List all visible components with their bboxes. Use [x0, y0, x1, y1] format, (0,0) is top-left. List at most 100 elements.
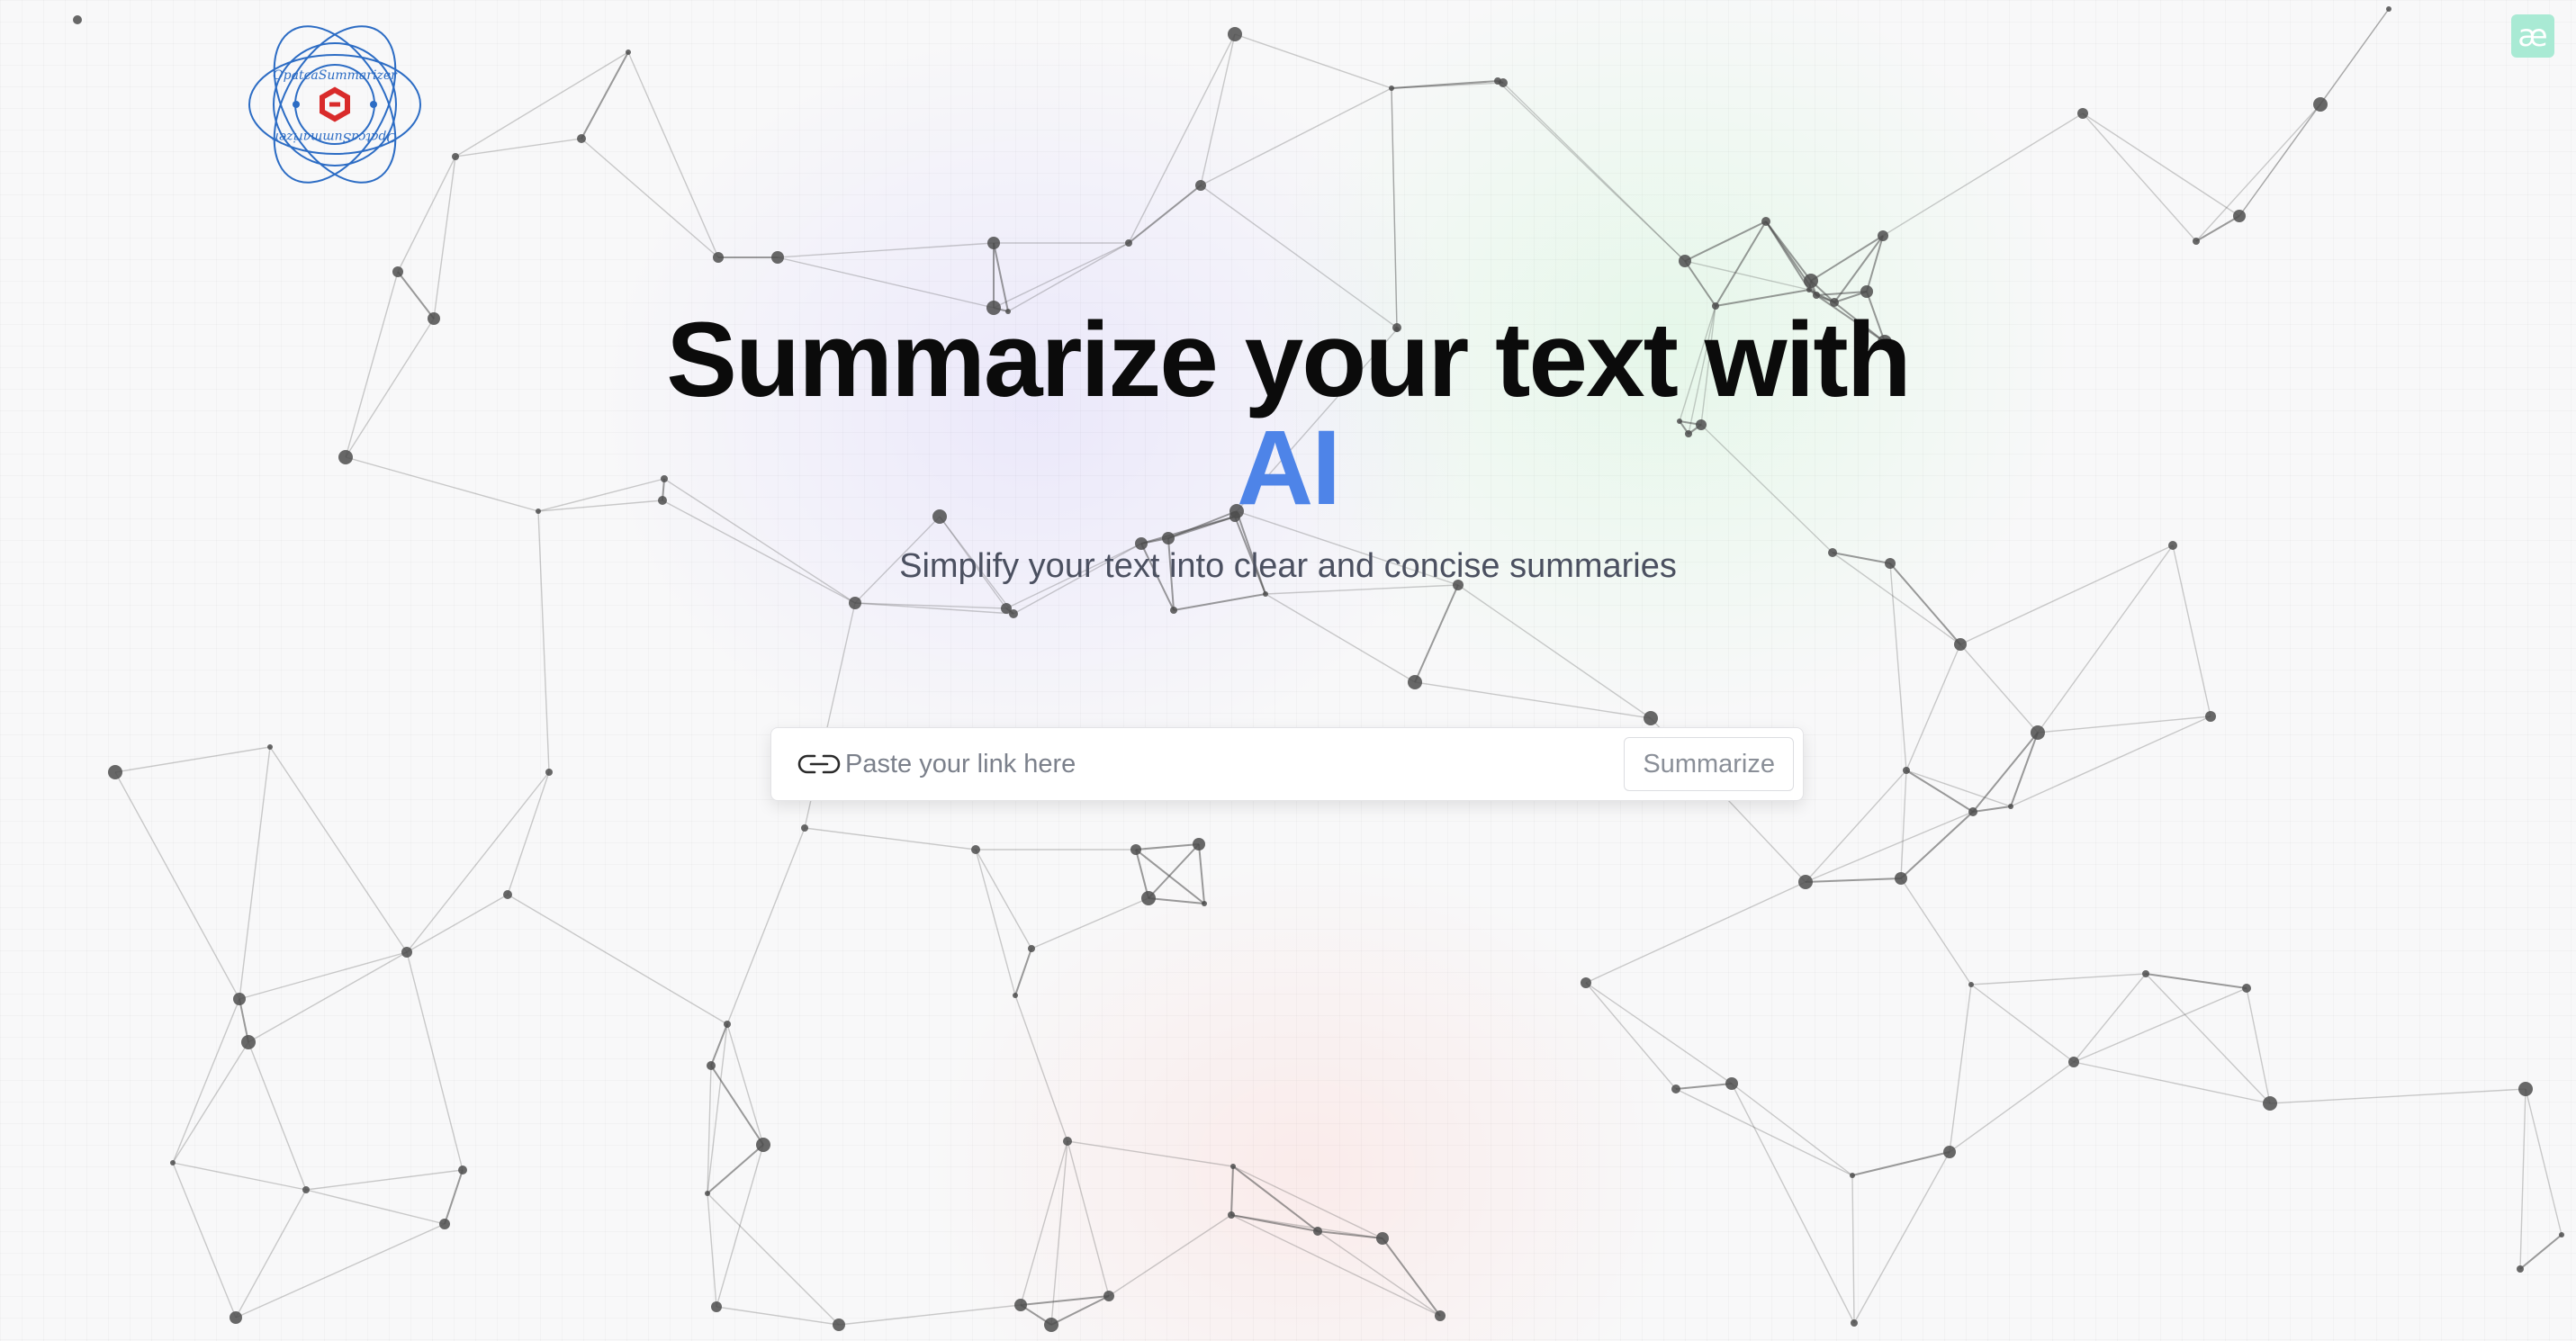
network-edge: [1317, 1230, 1441, 1317]
network-node: [1968, 807, 1977, 816]
network-node: [452, 153, 459, 160]
network-edge: [406, 894, 509, 953]
network-node: [2031, 725, 2045, 740]
network-node: [711, 1301, 722, 1312]
network-node: [1806, 287, 1812, 292]
network-node: [241, 1035, 256, 1049]
network-edge: [1128, 33, 1236, 244]
network-node: [724, 1021, 731, 1028]
network-edge: [2519, 1234, 2562, 1270]
network-edge: [433, 156, 456, 320]
logo-ring-text-top: OpatcaSummarizer: [273, 68, 398, 83]
brain-network-logo-icon: OpatcaSummarizer OpatcaSummarizer: [248, 25, 421, 184]
corner-badge-icon[interactable]: æ: [2511, 14, 2554, 58]
network-node: [2386, 6, 2391, 12]
network-node: [1725, 1077, 1738, 1090]
network-edge: [1585, 881, 1806, 984]
network-edge: [1148, 843, 1200, 899]
hero-title-text: Summarize your text with: [666, 301, 1911, 419]
network-edge: [2073, 973, 2147, 1063]
network-node: [849, 597, 861, 609]
network-edge: [305, 1189, 446, 1225]
network-edge: [114, 746, 271, 773]
network-node: [2242, 984, 2251, 993]
network-edge: [1970, 984, 2075, 1063]
link-input[interactable]: [842, 737, 1625, 791]
network-node: [1141, 891, 1156, 905]
network-edge: [248, 1041, 307, 1191]
network-edge: [172, 1162, 307, 1191]
network-edge: [114, 771, 240, 1000]
network-node: [170, 1160, 176, 1166]
network-node: [1671, 1084, 1680, 1094]
network-edge: [804, 827, 977, 850]
network-node: [1263, 591, 1268, 597]
network-node: [233, 993, 246, 1005]
network-node: [2205, 711, 2216, 722]
network-edge: [975, 849, 1032, 950]
network-node: [1028, 945, 1035, 952]
network-edge: [707, 1192, 717, 1308]
network-edge: [777, 242, 995, 258]
network-edge: [1031, 897, 1149, 950]
network-node: [108, 765, 122, 779]
network-edge: [1731, 1083, 1853, 1176]
logo-ring-text-bottom: OpatcaSummarizer: [272, 130, 397, 144]
network-edge: [1805, 878, 1902, 883]
network-edge: [507, 771, 550, 896]
network-node: [2077, 108, 2088, 119]
network-node: [1376, 1232, 1389, 1245]
network-edge: [507, 894, 728, 1025]
network-edge: [1200, 87, 1392, 186]
brand-logo[interactable]: OpatcaSummarizer OpatcaSummarizer: [245, 14, 425, 194]
network-edge: [1198, 843, 1205, 904]
network-node: [1850, 1173, 1855, 1178]
network-node: [302, 1186, 310, 1193]
network-node: [1813, 292, 1820, 299]
network-edge: [2145, 973, 2271, 1104]
hero-title: Summarize your text with AI: [0, 306, 2576, 522]
network-edge: [993, 242, 1130, 309]
network-edge: [1414, 584, 1459, 683]
network-node: [1014, 1299, 1027, 1311]
network-node: [1389, 86, 1394, 91]
network-node: [1408, 675, 1422, 689]
network-node: [2313, 97, 2328, 112]
network-edge: [1805, 770, 1907, 883]
network-edge: [239, 951, 408, 1000]
network-edge: [1414, 681, 1652, 719]
network-node: [1202, 901, 1207, 906]
network-node: [2068, 1057, 2079, 1067]
network-edge: [1173, 593, 1266, 611]
network-edge: [2525, 1088, 2562, 1236]
network-node: [2559, 1232, 2564, 1238]
network-edge: [235, 1189, 307, 1318]
network-node: [2233, 210, 2246, 222]
network-node: [545, 769, 553, 776]
network-node: [2263, 1096, 2277, 1111]
network-node: [1968, 982, 1974, 987]
network-edge: [1684, 260, 1810, 291]
network-edge: [1889, 562, 1907, 771]
network-node: [1435, 1310, 1446, 1321]
network-edge: [2073, 1061, 2271, 1104]
network-node: [801, 824, 808, 832]
network-edge: [2145, 973, 2247, 989]
network-node: [771, 251, 784, 264]
network-edge: [269, 746, 408, 953]
link-input-bar: Summarize: [770, 727, 1804, 801]
network-node: [1130, 844, 1141, 855]
network-edge: [2010, 732, 2039, 807]
network-node: [1499, 78, 1508, 87]
network-edge: [1230, 1214, 1383, 1239]
network-edge: [172, 1041, 249, 1164]
hero-title-accent: AI: [1237, 409, 1341, 527]
network-node: [626, 50, 631, 55]
network-edge: [1391, 87, 1398, 330]
network-edge: [1067, 1140, 1110, 1297]
hero-section: Summarize your text with AI Simplify you…: [0, 306, 2576, 586]
network-edge: [1905, 644, 1961, 771]
network-node: [73, 15, 82, 24]
network-edge: [1502, 82, 1686, 262]
summarize-button[interactable]: Summarize: [1624, 737, 1794, 791]
